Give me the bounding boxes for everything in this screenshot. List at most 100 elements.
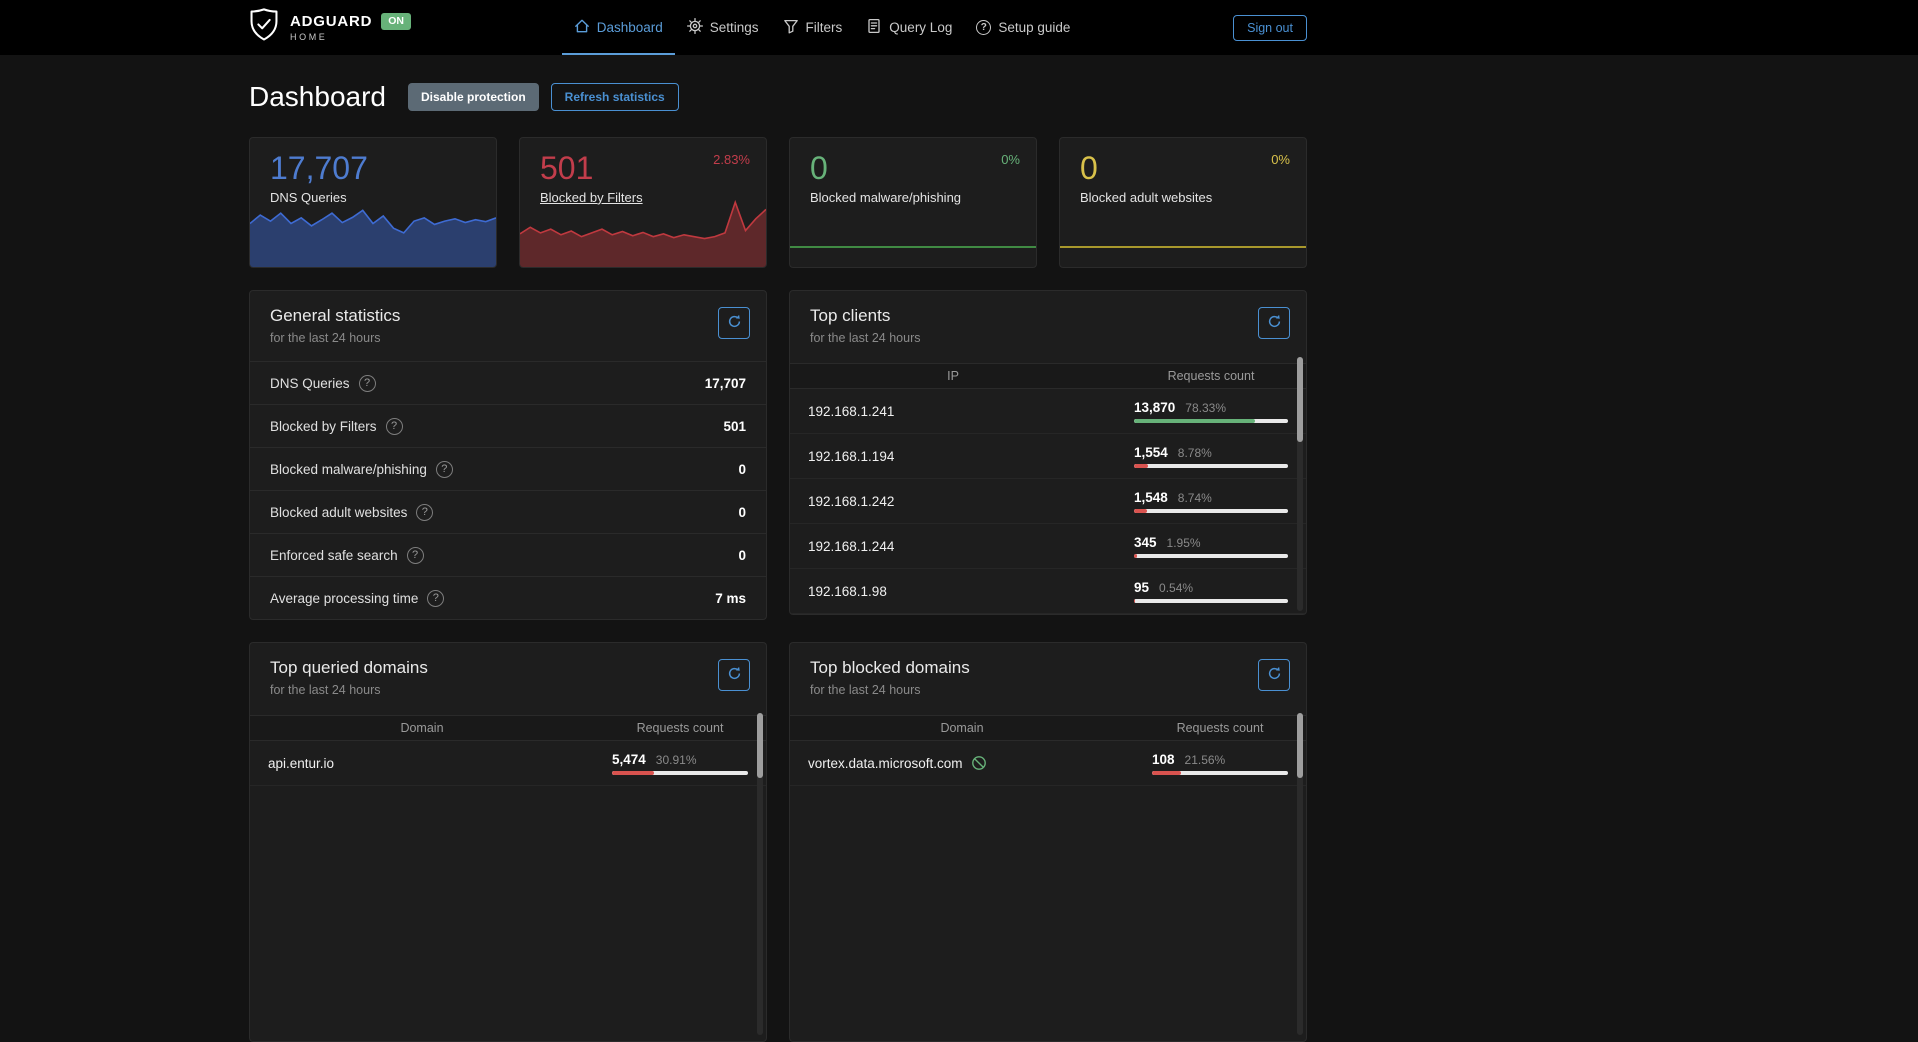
scrollbar-track[interactable] xyxy=(757,713,763,1035)
column-header-requests[interactable]: Requests count xyxy=(1134,721,1306,735)
request-count: 13,870 xyxy=(1134,400,1175,415)
stats-row-name: Average processing time xyxy=(270,591,418,606)
refresh-icon xyxy=(1267,314,1282,332)
table-row: 192.168.1.242 1,5488.74% xyxy=(790,479,1306,524)
top-queried-domains-card: Top queried domains for the last 24 hour… xyxy=(249,642,767,1042)
stats-row-value: 501 xyxy=(723,419,746,434)
stats-row: Blocked by Filters 501 xyxy=(250,404,766,447)
table-header: IP Requests count xyxy=(790,363,1306,389)
stats-row-name: DNS Queries xyxy=(270,376,350,391)
dns-queries-sparkline xyxy=(250,197,496,267)
nav-item-label: Settings xyxy=(710,20,759,35)
document-icon xyxy=(866,18,882,37)
column-header-domain[interactable]: Domain xyxy=(790,721,1134,735)
column-header-requests[interactable]: Requests count xyxy=(1116,369,1306,383)
help-icon[interactable] xyxy=(416,504,433,521)
request-percent: 21.56% xyxy=(1185,753,1226,767)
help-icon[interactable] xyxy=(427,590,444,607)
scrollbar-track[interactable] xyxy=(1297,357,1303,611)
refresh-button[interactable] xyxy=(718,659,750,691)
sign-out-button[interactable]: Sign out xyxy=(1233,15,1307,41)
stat-label: DNS Queries xyxy=(250,187,496,205)
queried-domain: api.entur.io xyxy=(250,756,594,771)
stats-row-value: 0 xyxy=(738,505,746,520)
table-header: Domain Requests count xyxy=(790,715,1306,741)
blocked-adult-sparkline xyxy=(1060,197,1306,267)
stats-row: Blocked malware/phishing 0 xyxy=(250,447,766,490)
stats-row-name: Enforced safe search xyxy=(270,548,398,563)
request-percent: 0.54% xyxy=(1159,581,1193,595)
progress-bar xyxy=(1134,464,1288,468)
refresh-statistics-button[interactable]: Refresh statistics xyxy=(551,83,679,111)
stat-value: 0 xyxy=(1060,138,1306,187)
blocked-domain: vortex.data.microsoft.com xyxy=(808,756,963,771)
stat-label: Blocked adult websites xyxy=(1060,187,1306,205)
request-percent: 8.74% xyxy=(1178,491,1212,505)
help-icon[interactable] xyxy=(359,375,376,392)
funnel-icon xyxy=(783,18,799,37)
stats-row-name: Blocked malware/phishing xyxy=(270,462,427,477)
scrollbar-thumb[interactable] xyxy=(757,713,763,778)
column-header-requests[interactable]: Requests count xyxy=(594,721,766,735)
table-row: 192.168.1.98 950.54% xyxy=(790,569,1306,614)
disable-protection-button[interactable]: Disable protection xyxy=(408,83,539,111)
table-header: Domain Requests count xyxy=(250,715,766,741)
client-ip: 192.168.1.98 xyxy=(790,584,1116,599)
nav-item-dashboard[interactable]: Dashboard xyxy=(562,0,675,55)
nav-item-label: Query Log xyxy=(889,20,952,35)
nav-item-settings[interactable]: Settings xyxy=(675,0,771,55)
stat-value: 17,707 xyxy=(250,138,496,187)
gear-icon xyxy=(687,18,703,37)
scrollbar-thumb[interactable] xyxy=(1297,357,1303,442)
stat-value: 0 xyxy=(790,138,1036,187)
stat-label: Blocked malware/phishing xyxy=(790,187,1036,205)
help-icon xyxy=(976,20,991,35)
table-row: 192.168.1.194 1,5548.78% xyxy=(790,434,1306,479)
stats-row-value: 7 ms xyxy=(715,591,746,606)
stats-row-name: Blocked by Filters xyxy=(270,419,377,434)
stats-row: DNS Queries 17,707 xyxy=(250,361,766,404)
refresh-button[interactable] xyxy=(1258,659,1290,691)
bottom-row: Top queried domains for the last 24 hour… xyxy=(249,642,1307,1042)
nav-item-setup-guide[interactable]: Setup guide xyxy=(964,0,1082,55)
progress-bar xyxy=(1134,554,1288,558)
progress-bar xyxy=(1134,599,1288,603)
scrollbar-thumb[interactable] xyxy=(1297,713,1303,778)
middle-row: General statistics for the last 24 hours… xyxy=(249,290,1307,620)
column-header-ip[interactable]: IP xyxy=(790,369,1116,383)
progress-bar xyxy=(1152,771,1288,775)
brand-home-link[interactable]: ADGUARD ON HOME xyxy=(249,8,411,47)
column-header-domain[interactable]: Domain xyxy=(250,721,594,735)
nav-item-filters[interactable]: Filters xyxy=(771,0,855,55)
general-statistics-card: General statistics for the last 24 hours… xyxy=(249,290,767,620)
help-icon[interactable] xyxy=(407,547,424,564)
refresh-icon xyxy=(727,314,742,332)
refresh-button[interactable] xyxy=(718,307,750,339)
scrollbar-track[interactable] xyxy=(1297,713,1303,1035)
brand-home-label: HOME xyxy=(290,32,411,42)
stats-row: Blocked adult websites 0 xyxy=(250,490,766,533)
blocked-by-filters-link[interactable]: Blocked by Filters xyxy=(520,187,663,205)
nav-item-query-log[interactable]: Query Log xyxy=(854,0,964,55)
brand-name: ADGUARD xyxy=(290,13,372,30)
stat-card-dns-queries: 17,707 DNS Queries xyxy=(249,137,497,268)
card-subtitle: for the last 24 hours xyxy=(270,683,746,697)
refresh-button[interactable] xyxy=(1258,307,1290,339)
table-row: 192.168.1.244 3451.95% xyxy=(790,524,1306,569)
help-icon[interactable] xyxy=(436,461,453,478)
stats-row-value: 17,707 xyxy=(705,376,746,391)
block-status-icon[interactable] xyxy=(971,755,987,771)
help-icon[interactable] xyxy=(386,418,403,435)
request-count: 5,474 xyxy=(612,752,646,767)
request-percent: 8.78% xyxy=(1178,446,1212,460)
client-ip: 192.168.1.244 xyxy=(790,539,1116,554)
card-title: General statistics xyxy=(270,306,746,326)
card-title: Top queried domains xyxy=(270,658,746,678)
adguard-shield-logo-icon xyxy=(249,8,279,47)
stat-percent: 0% xyxy=(1271,152,1290,167)
page-header: Dashboard Disable protection Refresh sta… xyxy=(249,81,1307,113)
progress-bar xyxy=(1134,419,1288,423)
stats-row-name: Blocked adult websites xyxy=(270,505,407,520)
request-count: 108 xyxy=(1152,752,1175,767)
stats-row: Average processing time 7 ms xyxy=(250,576,766,619)
